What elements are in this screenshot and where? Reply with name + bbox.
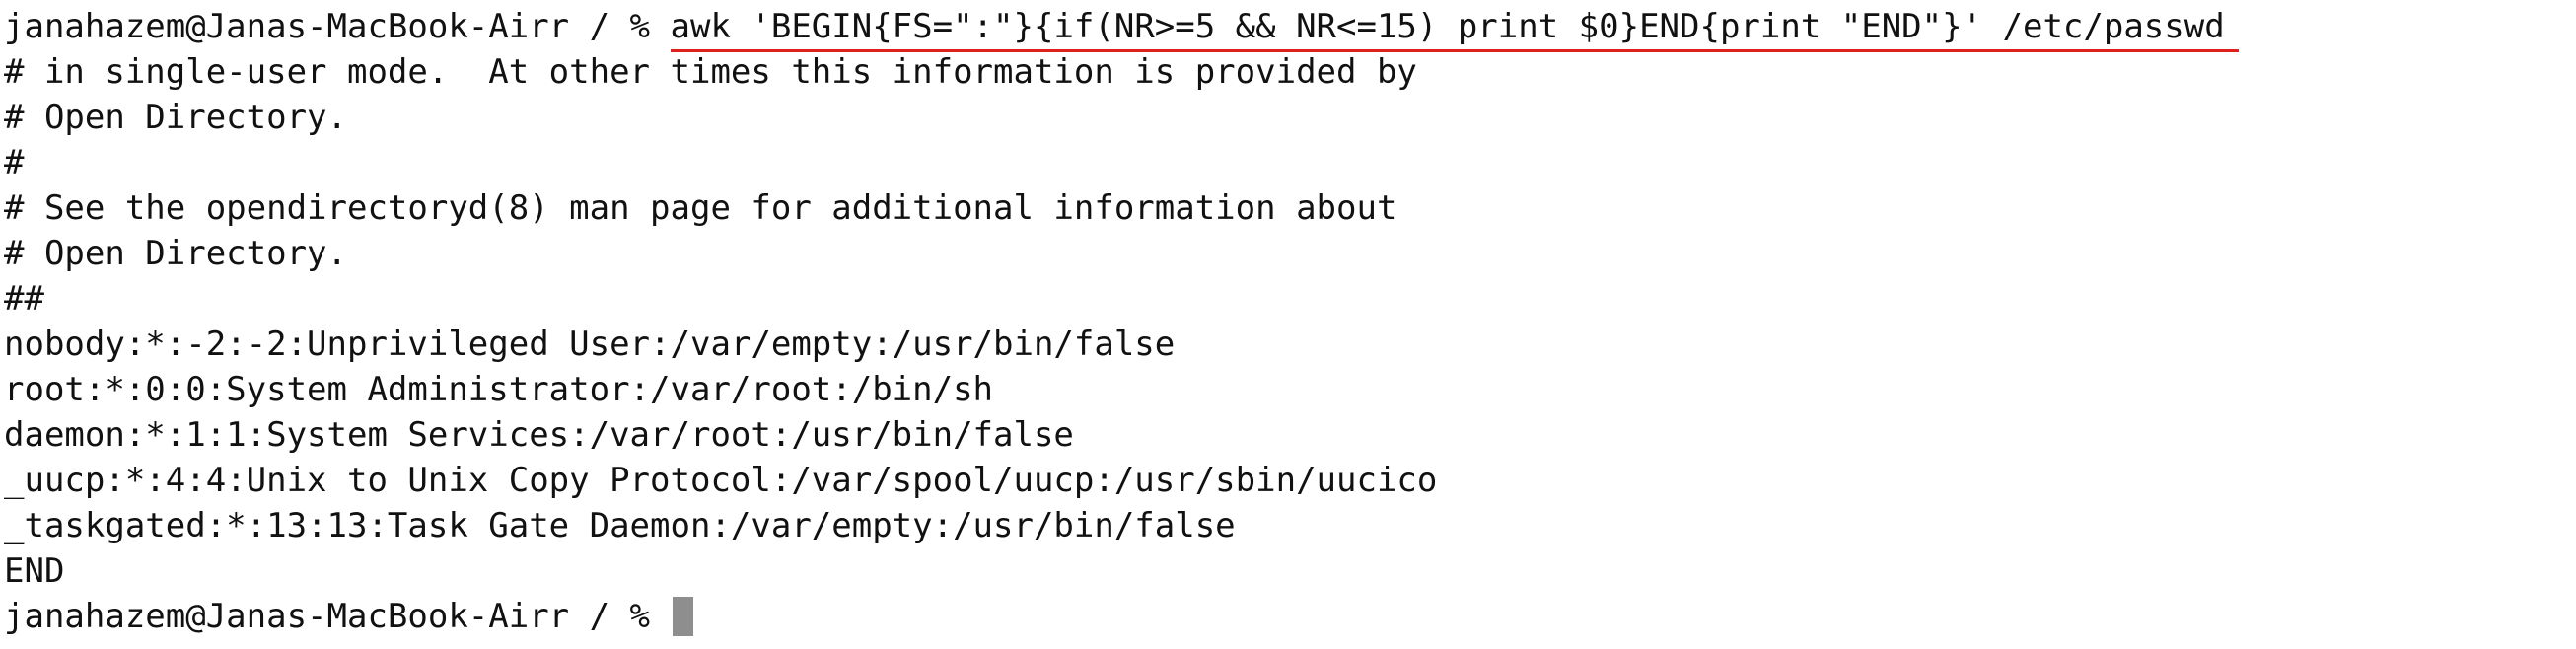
- output-line: #: [4, 143, 25, 182]
- output-line: _taskgated:*:13:13:Task Gate Daemon:/var…: [4, 506, 1236, 545]
- command-text: awk 'BEGIN{FS=":"}{if(NR>=5 && NR<=15) p…: [670, 7, 2225, 46]
- output-line: # in single-user mode. At other times th…: [4, 52, 1417, 92]
- output-line: ##: [4, 279, 44, 319]
- red-underline-annotation: [670, 49, 2239, 52]
- output-line: # See the opendirectoryd(8) man page for…: [4, 188, 1397, 228]
- output-line: END: [4, 551, 65, 591]
- output-line: _uucp:*:4:4:Unix to Unix Copy Protocol:/…: [4, 461, 1438, 500]
- shell-prompt: janahazem@Janas-MacBook-Airr / %: [4, 597, 671, 636]
- terminal-window[interactable]: janahazem@Janas-MacBook-Airr / % awk 'BE…: [0, 0, 2576, 649]
- output-line: daemon:*:1:1:System Services:/var/root:/…: [4, 415, 1074, 455]
- output-line: # Open Directory.: [4, 98, 347, 137]
- active-prompt-line[interactable]: janahazem@Janas-MacBook-Airr / %: [4, 594, 2576, 639]
- output-line: nobody:*:-2:-2:Unprivileged User:/var/em…: [4, 324, 1176, 364]
- output-line: # Open Directory.: [4, 234, 347, 273]
- highlighted-command: awk 'BEGIN{FS=":"}{if(NR>=5 && NR<=15) p…: [670, 4, 2239, 52]
- text-cursor: [672, 596, 693, 636]
- command-line: janahazem@Janas-MacBook-Airr / % awk 'BE…: [4, 4, 2576, 52]
- shell-prompt: janahazem@Janas-MacBook-Airr / %: [4, 7, 671, 46]
- output-line: root:*:0:0:System Administrator:/var/roo…: [4, 370, 994, 409]
